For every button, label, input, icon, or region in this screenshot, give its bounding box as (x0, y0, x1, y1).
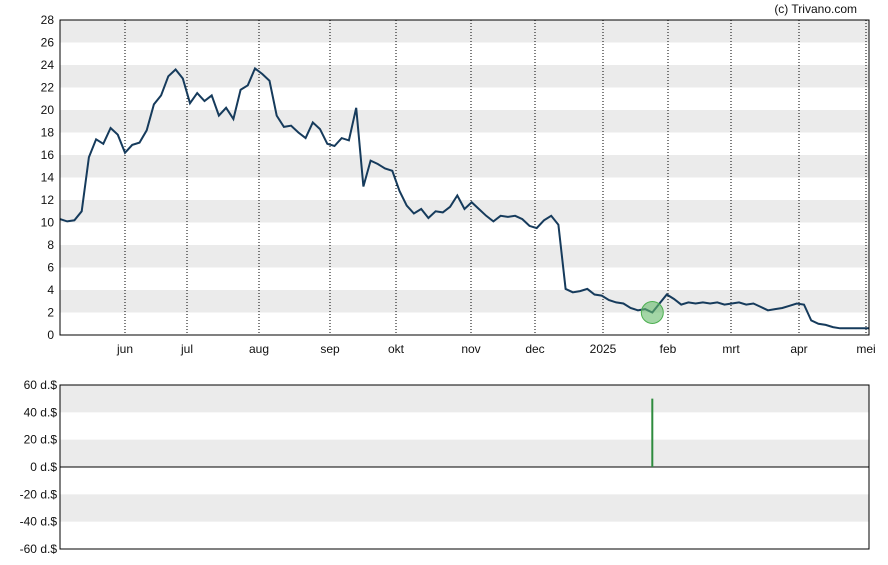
price-x-tick-label: dec (525, 342, 544, 356)
price-bands (60, 20, 869, 313)
price-y-tick-label: 0 (47, 328, 54, 342)
price-y-tick-label: 4 (47, 283, 54, 297)
price-chart: 0246810121416182022242628 jun jul aug sep ok… (41, 13, 876, 356)
price-y-tick-label: 28 (41, 13, 55, 27)
volume-bands (60, 385, 869, 522)
price-series-line (59, 66, 869, 330)
volume-chart: 60 d.$ 40 d.$ 20 d.$ 0 d.$ -20 d.$ -40 d.$ -60… (20, 378, 870, 556)
volume-y-tick-label: 40 d.$ (24, 405, 58, 419)
price-y-tick-label: 22 (41, 81, 55, 95)
volume-band (60, 494, 869, 522)
price-x-tick-label: jun (116, 342, 133, 356)
volume-y-tick-label: 60 d.$ (24, 378, 58, 392)
credit-label: (c) Trivano.com (774, 2, 857, 16)
price-x-tick-label: feb (660, 342, 677, 356)
price-x-tick-label: sep (320, 342, 340, 356)
price-y-tick-label: 20 (41, 103, 55, 117)
volume-y-tick-label: 0 d.$ (30, 460, 57, 474)
price-x-axis: jun jul aug sep okt nov dec 2025 feb mrt apr mei (116, 342, 876, 356)
price-y-tick-label: 24 (41, 58, 55, 72)
price-x-tick-label: jul (180, 342, 193, 356)
price-x-tick-label: mei (856, 342, 875, 356)
price-x-tick-label: nov (461, 342, 480, 356)
price-band (60, 245, 869, 268)
price-x-tick-label: aug (249, 342, 269, 356)
price-band (60, 110, 869, 133)
price-y-tick-label: 2 (47, 306, 54, 320)
volume-band (60, 439, 869, 467)
price-y-tick-label: 16 (41, 148, 55, 162)
volume-y-axis: 60 d.$ 40 d.$ 20 d.$ 0 d.$ -20 d.$ -40 d.$ -60… (20, 378, 58, 556)
price-x-tick-label: 2025 (590, 342, 617, 356)
price-band (60, 20, 869, 43)
price-y-tick-label: 6 (47, 261, 54, 275)
event-marker (640, 301, 664, 324)
volume-band (60, 385, 869, 413)
price-band (60, 290, 869, 313)
price-y-tick-label: 8 (47, 238, 54, 252)
stock-chart: (c) Trivano.com 024681012141618202224262… (20, 2, 876, 556)
price-y-tick-label: 12 (41, 193, 55, 207)
price-y-axis: 0246810121416182022242628 (41, 13, 55, 342)
price-y-tick-label: 26 (41, 36, 55, 50)
price-y-tick-label: 18 (41, 126, 55, 140)
price-y-tick-label: 10 (41, 216, 55, 230)
price-x-tick-label: apr (790, 342, 807, 356)
price-band (60, 200, 869, 223)
volume-y-tick-label: 20 d.$ (24, 433, 58, 447)
volume-y-tick-label: -40 d.$ (20, 515, 58, 529)
price-x-tick-label: mrt (722, 342, 740, 356)
volume-y-tick-label: -20 d.$ (20, 487, 58, 501)
volume-y-tick-label: -60 d.$ (20, 542, 58, 556)
price-band (60, 155, 869, 178)
price-y-tick-label: 14 (41, 171, 55, 185)
price-x-tick-label: okt (388, 342, 405, 356)
